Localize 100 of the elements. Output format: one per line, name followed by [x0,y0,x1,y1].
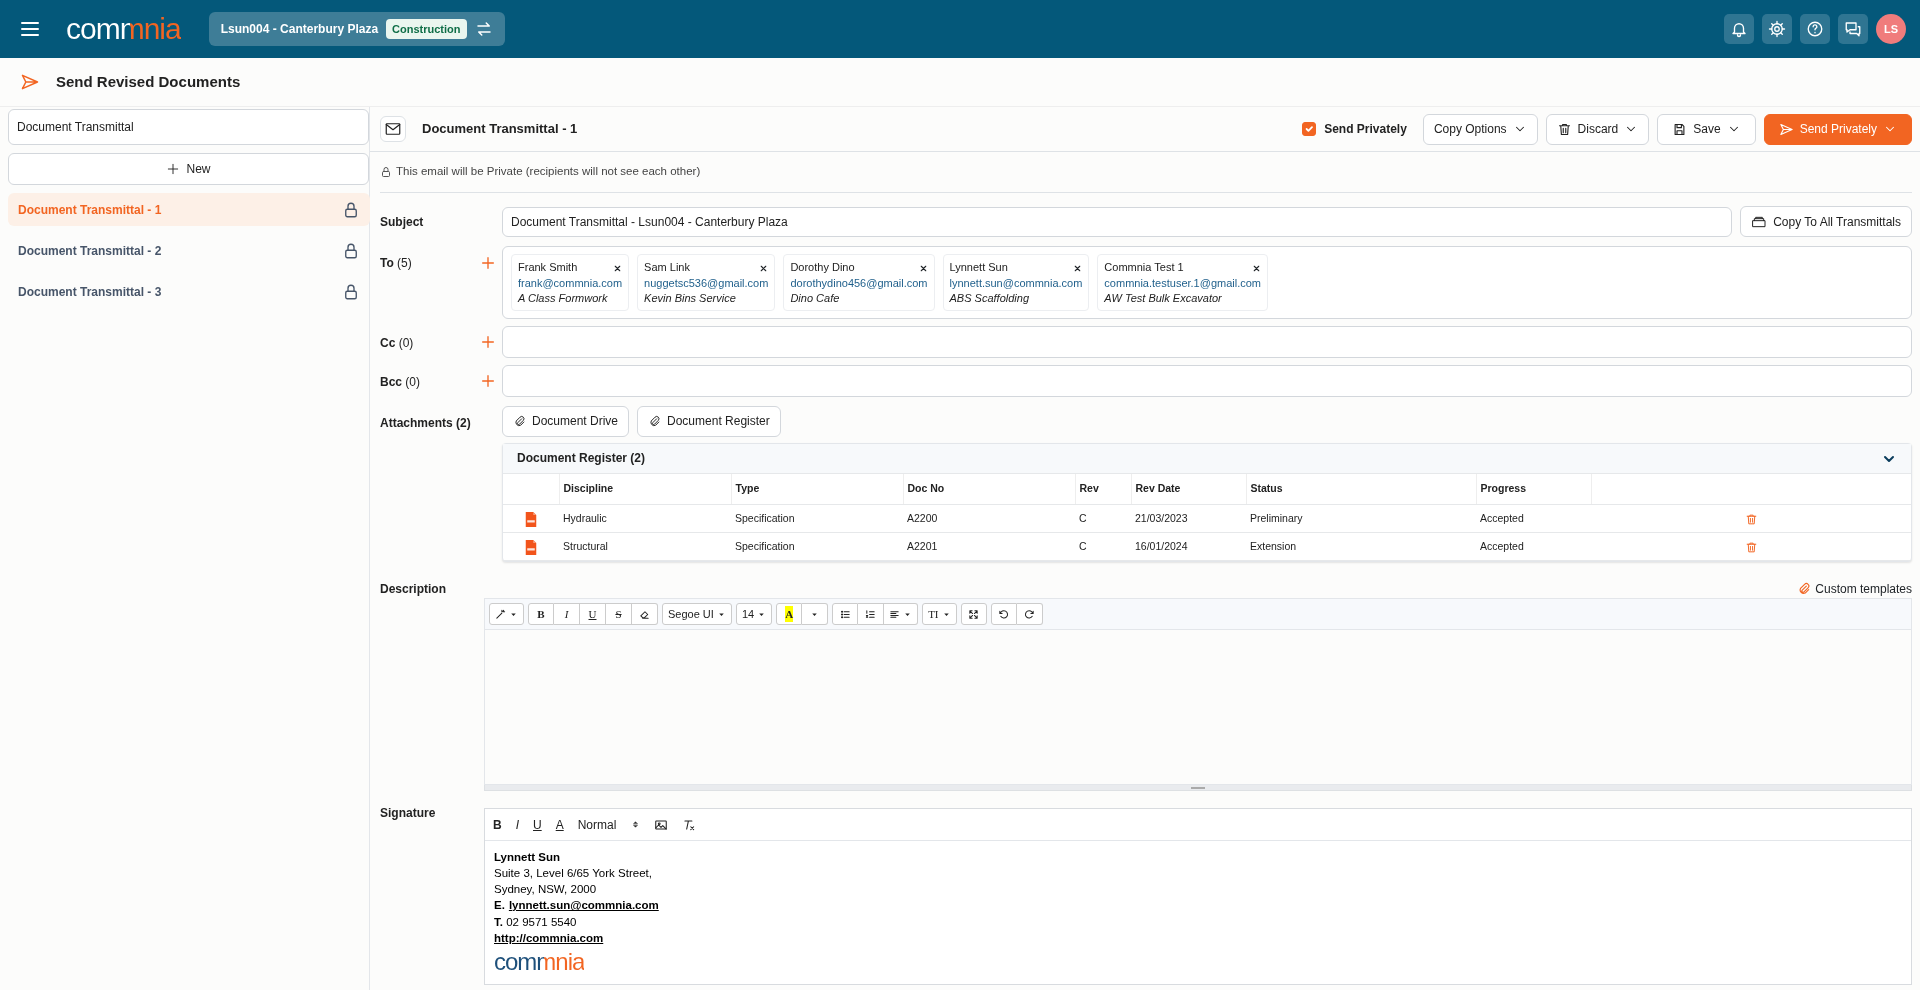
field-label: Subject [380,213,425,231]
image-button[interactable] [653,817,668,832]
numbered-list-button[interactable] [858,603,885,626]
font-button[interactable]: Segoe UI [662,603,732,626]
recipient-email: frank@commnia.com [518,276,623,291]
cc-field[interactable] [502,325,1912,358]
copy-options-button[interactable]: Copy Options [1422,113,1538,145]
recipient-company: ABS Scaffolding [949,290,1031,306]
eraser-icon [639,608,650,620]
clear-format-button[interactable] [632,603,658,626]
style-button[interactable] [489,603,524,626]
checkbox-label[interactable]: Send Privately [1324,120,1407,138]
signature-line: Suite 3, Level 6/65 York Street, [494,866,653,882]
line-height-button[interactable]: TI [922,603,957,626]
table-cell: 21/03/2023 [1131,504,1246,533]
lock-icon [380,166,392,178]
bold-button[interactable]: B [528,603,554,626]
underline-button[interactable]: U [580,603,606,626]
checkbox[interactable] [1302,122,1317,136]
transmittal-item[interactable]: Document Transmittal - 2 [8,234,370,267]
transmittal-item[interactable]: Document Transmittal - 3 [8,275,370,308]
trash-icon [1744,540,1758,554]
trash-icon [1744,512,1758,526]
field-label: To (5) [380,255,413,272]
underline-button[interactable]: U [533,815,542,834]
settings-button[interactable] [1762,14,1792,44]
notifications-button[interactable] [1724,14,1754,44]
field-label: Bcc (0) [380,373,421,391]
close-icon [918,264,928,274]
recipient-email: nuggetsc536@gmail.com [644,276,769,291]
highlight-button[interactable]: A [776,603,803,626]
image-icon [653,817,668,832]
table-cell: Specification [731,504,903,533]
paperclip-icon [1797,582,1812,597]
new-button[interactable]: New [8,153,369,185]
column-header: Discipline [559,473,731,505]
table-cell: C [1075,532,1131,561]
text-style-select[interactable]: Normal [577,815,640,834]
bullet-list-button[interactable] [832,603,859,626]
lock-icon [342,241,360,260]
custom-templates-link[interactable]: Custom templates [1797,580,1912,599]
color-menu-button[interactable] [802,603,829,626]
italic-button[interactable]: I [554,603,580,626]
attach-button[interactable]: Document Drive [502,405,630,437]
text-color-button[interactable]: A [555,815,564,834]
align-button[interactable] [884,603,919,626]
bcc-field[interactable] [502,364,1912,397]
fullscreen-button[interactable] [960,603,987,626]
trash-icon [1556,121,1572,137]
copy-to-all-button[interactable]: Copy To All Transmittals [1740,206,1912,237]
signature-line: T. 02 9571 5540 [494,914,578,930]
discard-button[interactable]: Discard [1545,113,1650,145]
undo-button[interactable] [990,603,1017,626]
redo-button[interactable] [1016,603,1043,626]
chat-button[interactable] [1838,14,1868,44]
strikethrough-button[interactable]: S [606,603,632,626]
email-label: E. [494,899,505,912]
save-button[interactable]: Save [1657,113,1756,145]
chat-icon [1844,20,1862,38]
recipient-name: Frank Smith [518,260,578,275]
numbered-list-icon [865,608,877,620]
recipient-email: lynnett.sun@commnia.com [949,276,1083,291]
wand-icon [495,608,506,620]
email-link[interactable]: lynnett.sun@commnia.com [508,899,659,912]
attach-button[interactable]: Document Register [637,405,781,437]
column-header: Progress [1476,473,1591,505]
switch-icon [474,20,493,38]
close-icon [1073,264,1083,274]
help-button[interactable] [1800,14,1830,44]
table-cell: 16/01/2024 [1131,532,1246,561]
plus-icon [480,334,496,351]
undo-icon [998,608,1009,620]
recipient-company: AW Test Bulk Excavator [1104,290,1223,306]
recipient-name: Commnia Test 1 [1104,260,1184,275]
website-link[interactable]: http://commnia.com [494,931,604,944]
field-label: Attachments (2) [380,414,472,432]
privacy-note: This email will be Private (recipients will not see each other) [396,164,701,180]
send-icon [20,72,40,92]
recipient-company: Dino Cafe [790,290,841,306]
help-icon [1806,20,1824,38]
column-header: Rev [1075,473,1131,505]
register-title: Document Register (2) [517,450,646,468]
italic-button[interactable]: I [515,815,519,834]
recipient-name: Sam Link [644,260,690,275]
table-cell: C [1075,504,1131,533]
search-field[interactable]: Document Transmittal [8,109,369,145]
subject-field[interactable]: Document Transmittal - Lsun004 - Canterbury Plaza [502,206,1733,237]
table-cell: Hydraulic [559,504,731,533]
recipient-company: A Class Formwork [518,290,609,306]
column-header: Type [731,473,903,505]
recipients-field[interactable] [502,246,1912,319]
font-size-button[interactable]: 14 [735,603,773,626]
settings-icon [1768,20,1786,38]
lock-icon [342,282,360,301]
bold-button[interactable]: B [493,815,502,834]
recipient-name: Dorothy Dino [790,260,855,275]
clear-format-button[interactable] [681,817,696,832]
project-selector[interactable]: Lsun004 - Canterbury Plaza Construction [208,12,505,46]
resize-handle[interactable] [484,785,1912,792]
table-cell: Structural [559,532,731,561]
